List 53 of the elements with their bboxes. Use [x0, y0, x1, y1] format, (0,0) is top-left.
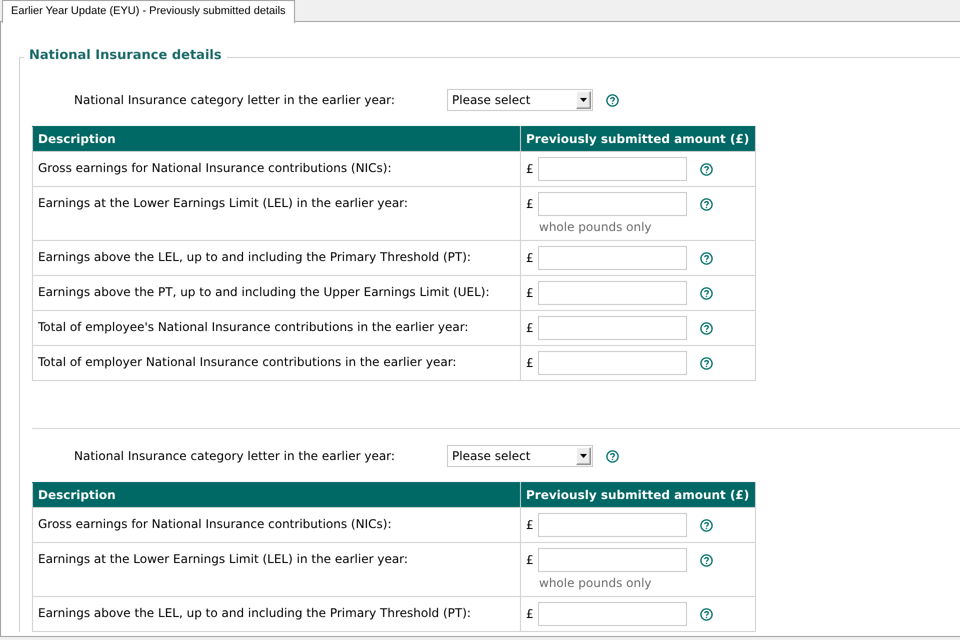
currency-symbol: £: [526, 321, 535, 335]
table-cell: Total of employer National Insurance contributions in the earlier year:: [32, 346, 520, 380]
currency-symbol: £: [526, 162, 535, 176]
field-label: National Insurance category letter in the earlier year:: [74, 449, 396, 463]
amount-input[interactable]: [538, 192, 687, 216]
amount-input[interactable]: [538, 316, 687, 340]
column-header: Description: [32, 126, 520, 152]
dropdown-button[interactable]: [576, 91, 591, 109]
category-select[interactable]: Please select: [447, 89, 593, 111]
help-icon[interactable]: [700, 252, 713, 264]
amount-input[interactable]: [538, 602, 687, 626]
column-header: Previously submitted amount (£): [520, 126, 756, 152]
help-icon[interactable]: [606, 94, 619, 106]
help-icon[interactable]: [606, 450, 619, 462]
currency-symbol: £: [526, 197, 535, 211]
table-cell: Earnings above the PT, up to and including the Upper Earnings Limit (UEL):: [32, 276, 520, 310]
field-label: National Insurance category letter in the earlier year:: [74, 93, 396, 107]
amount-input[interactable]: [538, 513, 687, 537]
amount-input[interactable]: [538, 548, 687, 572]
tab[interactable]: Earlier Year Update (EYU) - Previously submitted details: [2, 0, 295, 23]
help-icon[interactable]: [700, 608, 713, 620]
help-icon[interactable]: [700, 198, 713, 210]
category-select[interactable]: Please select: [447, 445, 593, 467]
table-cell: Gross earnings for National Insurance contributions (NICs):: [32, 152, 520, 186]
table-cell: Earnings at the Lower Earnings Limit (LEL) in the earlier year:: [32, 186, 520, 240]
table-cell: Earnings above the LEL, up to and including the Primary Threshold (PT):: [32, 240, 520, 276]
currency-symbol: £: [526, 251, 535, 265]
dropdown-button[interactable]: [576, 447, 591, 465]
help-icon[interactable]: [700, 286, 713, 300]
amount-input[interactable]: [538, 351, 687, 375]
currency-symbol: £: [526, 607, 535, 621]
help-icon[interactable]: [700, 554, 713, 566]
currency-symbol: £: [526, 553, 535, 567]
caret-icon: [580, 454, 587, 458]
hint-text: whole pounds only: [538, 219, 653, 235]
caret-icon: [580, 98, 587, 102]
column-header: Previously submitted amount (£): [520, 482, 756, 508]
table-cell: Total of employee's National Insurance contributions in the earlier year:: [32, 310, 520, 346]
help-icon[interactable]: [700, 518, 713, 532]
hint-text: whole pounds only: [538, 575, 653, 591]
amount-input[interactable]: [538, 281, 687, 305]
amount-input[interactable]: [538, 157, 687, 181]
amount-input[interactable]: [538, 246, 687, 270]
help-icon[interactable]: [700, 322, 713, 334]
column-header: Description: [32, 482, 520, 508]
help-icon[interactable]: [700, 162, 713, 176]
currency-symbol: £: [526, 356, 535, 370]
table-cell: Gross earnings for National Insurance contributions (NICs):: [32, 508, 520, 542]
help-icon[interactable]: [700, 356, 713, 370]
currency-symbol: £: [526, 286, 535, 300]
table-cell: Earnings above the LEL, up to and including the Primary Threshold (PT):: [32, 596, 520, 632]
currency-symbol: £: [526, 518, 535, 532]
table-cell: Earnings at the Lower Earnings Limit (LEL) in the earlier year:: [32, 542, 520, 596]
